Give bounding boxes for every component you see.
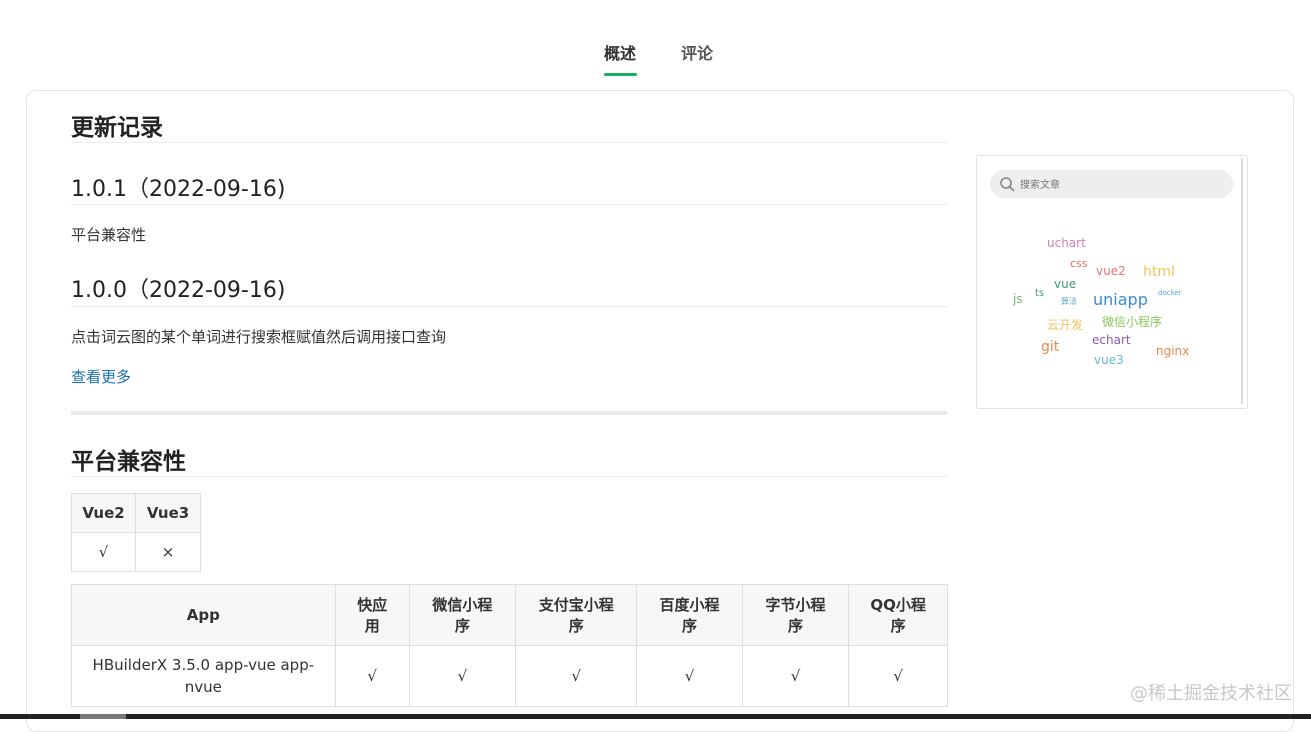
word-cloud-item[interactable]: js [1013, 292, 1023, 306]
search-box[interactable] [990, 170, 1233, 198]
word-cloud-item[interactable]: docker [1158, 289, 1182, 297]
table-cell: √ [741, 645, 850, 707]
word-cloud-item[interactable]: vue2 [1096, 264, 1126, 278]
table-header: 支付宝小程 序 [515, 584, 638, 646]
table-header: 微信小程 序 [408, 584, 517, 646]
sidebar-widget: uchart css vue2 html js ts vue 算法 uniapp… [976, 155, 1248, 409]
word-cloud-item[interactable]: vue [1054, 277, 1076, 291]
word-cloud-item[interactable]: echart [1092, 333, 1131, 347]
word-cloud-item[interactable]: uniapp [1093, 290, 1148, 309]
word-cloud-item[interactable]: git [1041, 339, 1059, 355]
word-cloud-item[interactable]: ts [1035, 288, 1044, 299]
active-tab-indicator [604, 73, 637, 76]
changelog-title: 更新记录 [71, 115, 163, 141]
compat-title: 平台兼容性 [71, 449, 186, 475]
scrollbar-thumb[interactable] [80, 714, 126, 719]
table-cell: √ [71, 532, 136, 572]
word-cloud-item[interactable]: vue3 [1094, 353, 1124, 367]
word-cloud-item[interactable]: nginx [1156, 344, 1189, 358]
word-cloud-item[interactable]: html [1143, 264, 1175, 280]
table-cell: √ [408, 645, 517, 707]
table-cell: √ [848, 645, 948, 707]
table-header: QQ小程 序 [848, 584, 948, 646]
vue-compat-table: Vue2 Vue3 √ × [71, 493, 201, 572]
version-heading: 1.0.1（2022-09-16) [71, 177, 286, 202]
horizontal-scrollbar[interactable] [0, 714, 1311, 719]
table-header: Vue3 [135, 493, 201, 533]
table-header: App [71, 584, 336, 646]
divider [71, 476, 947, 477]
word-cloud-item[interactable]: 云开发 [1047, 316, 1083, 333]
divider [71, 142, 947, 143]
platform-compat-table: App 快应 用 微信小程 序 支付宝小程 序 百度小程 序 字节小程 序 QQ… [71, 584, 948, 707]
tab-bar: 概述 评论 [0, 40, 1311, 80]
table-header: 百度小程 序 [636, 584, 743, 646]
tab-comments[interactable]: 评论 [681, 40, 713, 64]
scrollbar[interactable] [1241, 158, 1243, 404]
search-input[interactable] [1018, 175, 1222, 195]
table-cell: HBuilderX 3.5.0 app-vue app- nvue [71, 645, 336, 707]
view-more-link[interactable]: 查看更多 [71, 366, 131, 387]
version-heading: 1.0.0（2022-09-16) [71, 278, 286, 303]
table-cell: × [135, 532, 201, 572]
table-cell: √ [334, 645, 410, 707]
word-cloud-item[interactable]: uchart [1047, 236, 1086, 250]
word-cloud-item[interactable]: 微信小程序 [1102, 313, 1162, 330]
watermark: @稀土掘金技术社区 [1130, 683, 1292, 704]
table-header: Vue2 [71, 493, 136, 533]
divider [71, 306, 947, 307]
word-cloud-item[interactable]: css [1070, 257, 1088, 270]
search-icon[interactable] [999, 176, 1015, 192]
version-note: 平台兼容性 [71, 226, 147, 244]
word-cloud-item[interactable]: 算法 [1061, 296, 1077, 307]
version-note: 点击词云图的某个单词进行搜索框赋值然后调用接口查询 [71, 328, 447, 346]
table-header: 字节小程 序 [741, 584, 850, 646]
table-cell: √ [515, 645, 638, 707]
divider [71, 204, 947, 205]
tab-overview[interactable]: 概述 [604, 40, 636, 64]
table-cell: √ [636, 645, 743, 707]
section-divider [71, 411, 947, 415]
table-header: 快应 用 [334, 584, 410, 646]
